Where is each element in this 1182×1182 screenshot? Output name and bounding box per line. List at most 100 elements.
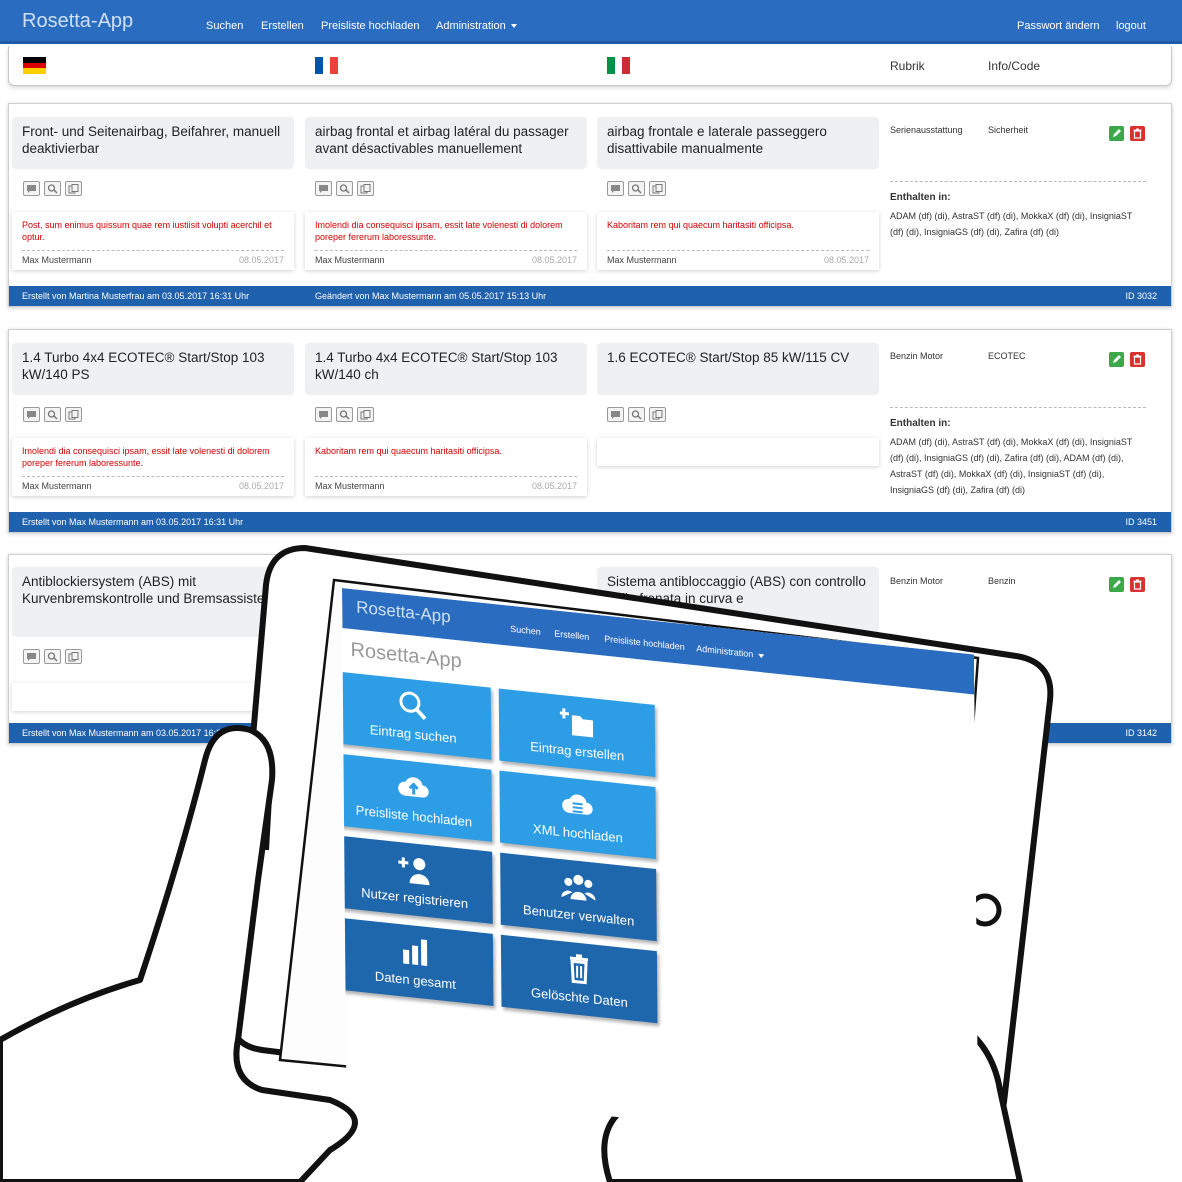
icon-group (23, 407, 82, 422)
comment-icon[interactable] (607, 181, 624, 196)
comment-text: Kaboritam rem qui quaecum haritasiti off… (607, 220, 794, 230)
translation-fr[interactable]: airbag frontal et airbag latéral du pass… (305, 117, 587, 169)
german-flag-icon (23, 57, 46, 75)
copy-icon[interactable] (357, 181, 374, 196)
empty-comment-box[interactable] (12, 683, 294, 711)
tile-benutzer-verwalten[interactable]: Benutzer verwalten (500, 852, 657, 942)
translation-fr[interactable]: 1.4 Turbo 4x4 ECOTEC® Start/Stop 103 kW/… (305, 343, 587, 395)
divider (22, 476, 284, 477)
tile-geloeschte-daten[interactable]: Gelöschte Daten (500, 934, 658, 1024)
tablet-nav-administration[interactable]: Administration (696, 643, 765, 660)
tablet-nav-suchen[interactable]: Suchen (510, 624, 541, 637)
comment-icon[interactable] (23, 407, 40, 422)
comment-icon[interactable] (315, 181, 332, 196)
entry-footer: Erstellt von Martina Musterfrau am 03.05… (9, 286, 1171, 306)
cloud-list-icon (562, 794, 593, 815)
search-icon[interactable] (336, 407, 353, 422)
empty-comment-box[interactable] (597, 438, 879, 466)
tablet-nav-administration-label: Administration (696, 643, 754, 660)
translation-de[interactable]: Front- und Seitenairbag, Beifahrer, manu… (12, 117, 294, 169)
pencil-icon (1113, 355, 1121, 363)
comment-author: Max Mustermann (315, 481, 385, 491)
translation-de[interactable]: 1.4 Turbo 4x4 ECOTEC® Start/Stop 103 kW/… (12, 343, 294, 395)
comment-date: 08.05.2017 (531, 481, 577, 491)
comment-icon[interactable] (23, 181, 40, 196)
column-header: Rubrik Info/Code (8, 46, 1172, 86)
translation-it[interactable]: 1.6 ECOTEC® Start/Stop 85 kW/115 CV (597, 343, 879, 395)
tile-label: Daten gesamt (374, 967, 456, 992)
search-icon[interactable] (44, 649, 61, 664)
comment-icon[interactable] (315, 407, 332, 422)
created-by: Erstellt von Max Mustermann am 03.05.201… (22, 728, 227, 738)
comment-icon[interactable] (607, 407, 624, 422)
copy-icon[interactable] (65, 649, 82, 664)
created-by: Erstellt von Martina Musterfrau am 03.05… (22, 291, 250, 301)
tablet-page-title: Rosetta-App (350, 638, 462, 673)
copy-icon[interactable] (649, 181, 666, 196)
edit-button[interactable] (1109, 577, 1124, 592)
nav-administration-label: Administration (436, 20, 506, 32)
enthalten-label: Enthalten in: (890, 192, 951, 203)
tile-daten-gesamt[interactable]: Daten gesamt (342, 917, 494, 1006)
enthalten-label: Enthalten in: (890, 418, 951, 429)
translation-de[interactable]: Antiblockiersystem (ABS) mit Kurvenbrems… (12, 567, 294, 637)
comment-author: Max Mustermann (315, 255, 385, 265)
left-hand (0, 725, 358, 1182)
search-icon[interactable] (336, 181, 353, 196)
copy-icon[interactable] (65, 407, 82, 422)
delete-button[interactable] (1130, 126, 1145, 141)
tablet-nav-preisliste[interactable]: Preisliste hochladen (604, 634, 685, 652)
rubrik-value: Benzin Motor (890, 351, 944, 361)
search-icon[interactable] (44, 181, 61, 196)
entry-footer: Erstellt von Max Mustermann am 03.05.201… (9, 512, 1171, 532)
tile-label: Nutzer registrieren (361, 884, 469, 911)
icon-group (607, 407, 666, 422)
translation-it[interactable]: airbag frontale e laterale passeggero di… (597, 117, 879, 169)
icon-group (23, 649, 82, 664)
divider (607, 250, 869, 251)
tile-xml-hochladen[interactable]: XML hochladen (499, 770, 657, 860)
nav-logout[interactable]: logout (1116, 20, 1146, 32)
enthalten-list: ADAM (df) (di), AstraST (df) (di), Mokka… (890, 211, 1133, 237)
user-plus-icon (398, 856, 430, 885)
comment-box: Post, sum enimus quissum quae rem iustii… (12, 212, 294, 270)
comment-author: Max Mustermann (22, 255, 92, 265)
french-flag-icon (315, 57, 339, 74)
cloud-upload-icon (398, 776, 429, 798)
changed-by: Geändert von Max Mustermann am 05.05.201… (315, 291, 547, 301)
app-brand[interactable]: Rosetta-App (22, 10, 133, 33)
nav-preisliste[interactable]: Preisliste hochladen (321, 20, 419, 32)
info-value: Benzin (988, 576, 1016, 586)
delete-button[interactable] (1130, 352, 1145, 367)
nav-suchen[interactable]: Suchen (206, 20, 243, 32)
trash-icon (1133, 128, 1142, 139)
search-icon[interactable] (628, 407, 645, 422)
copy-icon[interactable] (649, 407, 666, 422)
copy-icon[interactable] (65, 181, 82, 196)
tile-eintrag-suchen[interactable]: Eintrag suchen (342, 671, 492, 760)
tablet-nav-erstellen[interactable]: Erstellen (554, 628, 589, 642)
info-value: Sicherheit (988, 125, 1029, 135)
edit-button[interactable] (1109, 126, 1124, 141)
tile-nutzer-registrieren[interactable]: Nutzer registrieren (342, 835, 493, 924)
search-icon[interactable] (44, 407, 61, 422)
tile-eintrag-erstellen[interactable]: Eintrag erstellen (498, 688, 656, 777)
delete-button[interactable] (1130, 577, 1145, 592)
icon-group (315, 181, 374, 196)
edit-button[interactable] (1109, 352, 1124, 367)
comment-date: 08.05.2017 (238, 481, 284, 491)
tablet-brand[interactable]: Rosetta-App (356, 597, 451, 627)
tile-label: Gelöschte Daten (530, 984, 628, 1010)
nav-administration[interactable]: Administration (436, 20, 517, 32)
nav-passwort[interactable]: Passwort ändern (1017, 20, 1100, 32)
comment-icon[interactable] (23, 649, 40, 664)
tile-preisliste-hochladen[interactable]: Preisliste hochladen (342, 753, 493, 842)
search-icon (399, 691, 427, 720)
italian-flag-icon (607, 57, 631, 74)
search-icon[interactable] (628, 181, 645, 196)
copy-icon[interactable] (357, 407, 374, 422)
entry-card: 1.4 Turbo 4x4 ECOTEC® Start/Stop 103 kW/… (8, 329, 1172, 533)
nav-erstellen[interactable]: Erstellen (261, 20, 304, 32)
icon-group (607, 181, 666, 196)
tile-label: Preisliste hochladen (355, 801, 473, 830)
